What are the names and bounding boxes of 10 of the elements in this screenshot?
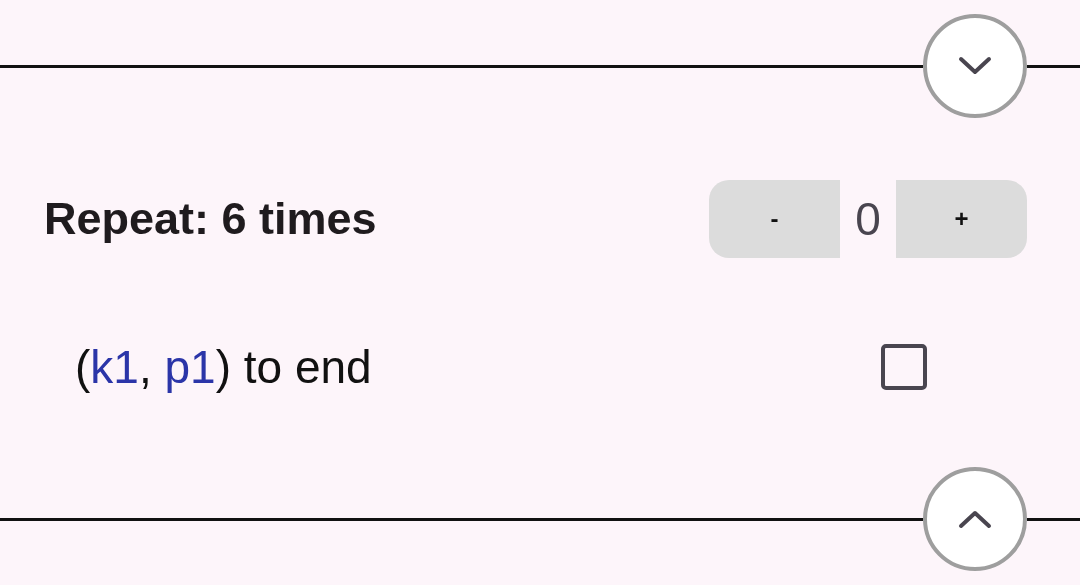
instruction-text: (k1, p1) to end <box>75 339 372 395</box>
checkbox[interactable] <box>881 344 927 390</box>
chevron-up-icon <box>957 508 993 530</box>
chevron-down-icon <box>957 55 993 77</box>
counter-value: 0 <box>854 191 882 247</box>
increment-button[interactable]: + <box>896 180 1027 258</box>
repeat-label: Repeat: 6 times <box>44 192 377 247</box>
decrement-button[interactable]: - <box>709 180 840 258</box>
stitch-link[interactable]: k1 <box>90 340 139 393</box>
stitch-link[interactable]: p1 <box>164 340 216 393</box>
